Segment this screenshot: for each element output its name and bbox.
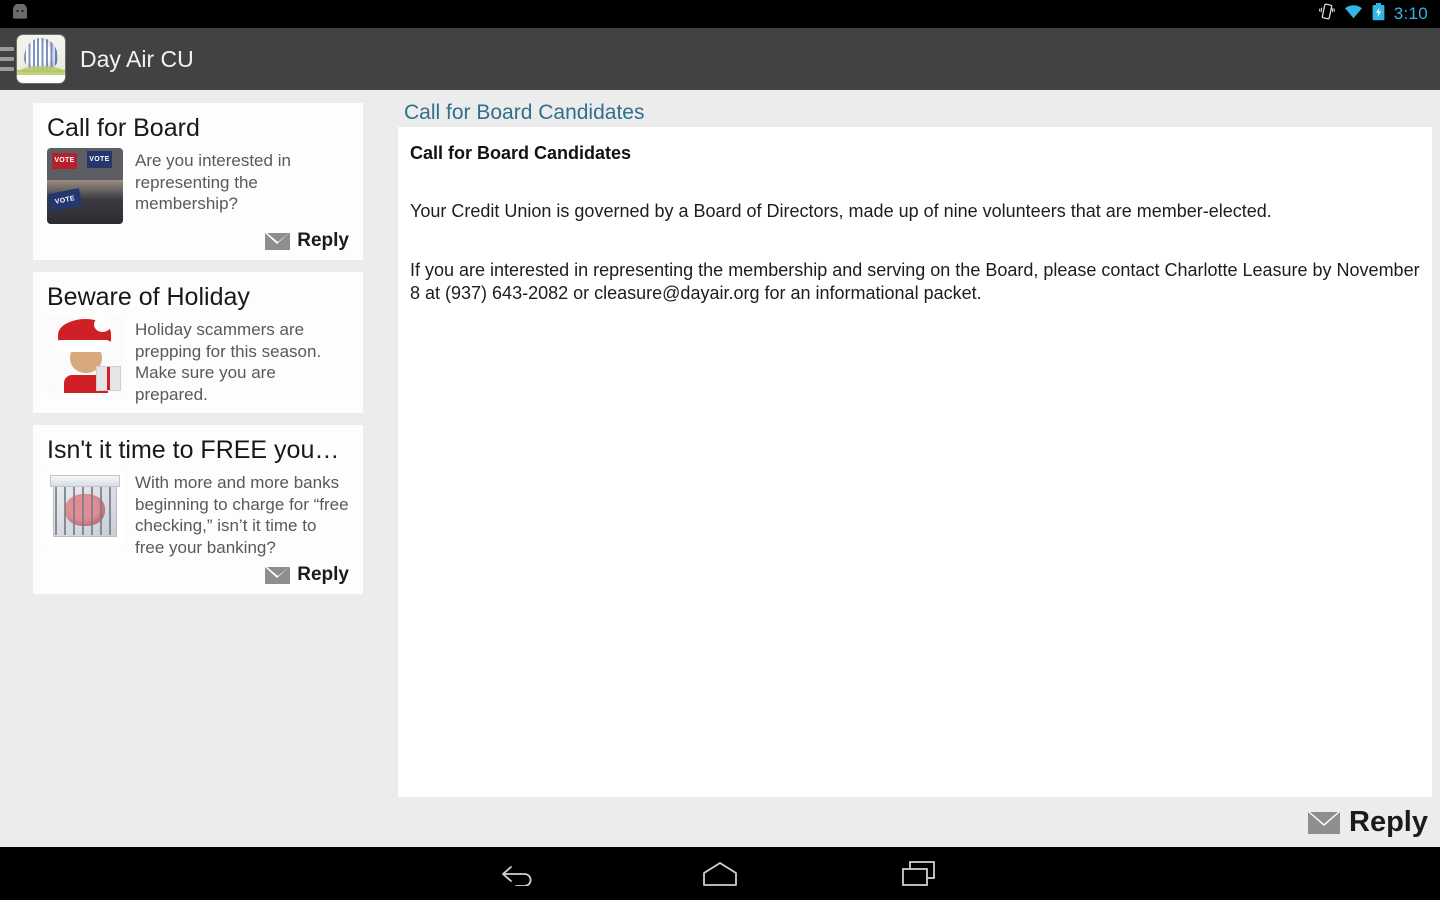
list-item-title: Beware of Holiday [47,283,250,311]
wifi-icon [1344,4,1363,24]
santa-hat-woman-photo [47,317,123,393]
list-item-reply-button[interactable]: Reply [47,230,349,252]
vote-sign-label: VOTE [51,152,78,170]
android-status-bar[interactable]: 3:10 [0,0,1440,28]
app-action-bar: Day Air CU [0,28,1440,90]
list-item-title: Isn't it time to FREE you… [47,436,340,464]
envelope-icon [1308,811,1341,834]
detail-content-card: Call for Board Candidates Your Credit Un… [398,127,1432,797]
hamburger-menu-icon[interactable] [0,28,14,90]
detail-reply-button[interactable]: Reply [1308,806,1428,839]
list-item[interactable]: Isn't it time to FREE you… With more and… [33,425,363,594]
list-item-snippet: Are you interested in representing the m… [135,151,291,213]
envelope-icon [265,232,291,250]
detail-paragraph-1: Your Credit Union is governed by a Board… [410,201,1272,221]
list-item-snippet: With more and more banks beginning to ch… [135,473,349,557]
list-item-reply-button[interactable]: Reply [47,564,349,586]
hot-air-balloon-app-icon[interactable] [16,34,66,84]
vote-sign-label: VOTE [86,151,113,168]
recent-apps-icon[interactable] [890,847,950,900]
list-item[interactable]: Beware of Holiday Holiday scammers are p… [33,272,363,413]
list-item-title: Call for Board [47,114,200,142]
list-item-snippet: Holiday scammers are prepping for this s… [135,320,322,404]
battery-charging-icon [1372,2,1385,26]
detail-article-title: Call for Board Candidates [410,143,632,163]
detail-paragraph-2: If you are interested in representing th… [410,260,1420,303]
caged-piggy-bank-photo [47,470,123,546]
status-clock: 3:10 [1393,4,1428,23]
article-list[interactable]: Call for Board VOTE VOTE VOTE Are you in… [0,90,396,847]
reply-label: Reply [297,564,349,585]
article-detail-pane: Call for Board Candidates Call for Board… [396,90,1440,847]
home-icon[interactable] [690,847,750,900]
reply-label: Reply [297,230,349,251]
reply-label: Reply [1349,806,1428,838]
android-navigation-bar[interactable] [0,847,1440,900]
android-mascot-icon [10,2,30,25]
back-arrow-icon[interactable] [490,847,550,900]
app-title: Day Air CU [80,45,194,72]
vibrate-icon [1318,3,1335,25]
envelope-icon [265,566,291,584]
list-item[interactable]: Call for Board VOTE VOTE VOTE Are you in… [33,103,363,260]
status-right-icons: 3:10 [1318,2,1440,26]
vote-signs-photo: VOTE VOTE VOTE [47,148,123,224]
status-left-icons [0,2,30,25]
